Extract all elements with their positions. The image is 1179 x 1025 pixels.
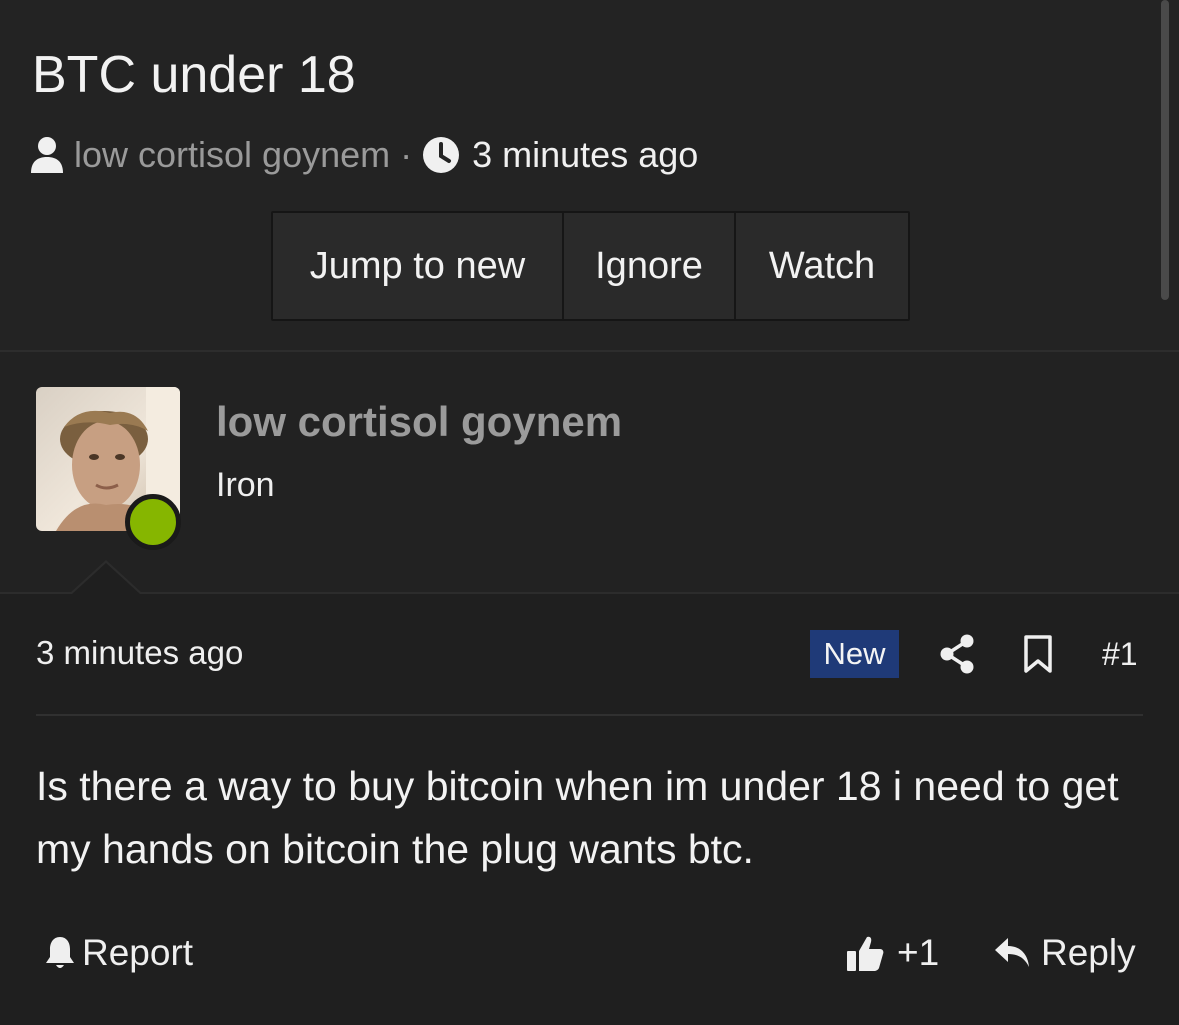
- post-divider: [36, 714, 1143, 716]
- user-title: Iron: [216, 466, 275, 504]
- reply-arrow-icon: [993, 936, 1031, 970]
- new-badge: New: [810, 630, 899, 678]
- post-number-link[interactable]: #1: [1102, 636, 1138, 673]
- online-status-indicator: [125, 494, 181, 550]
- thread-title: BTC under 18: [32, 46, 356, 104]
- reply-button[interactable]: Reply: [993, 932, 1136, 974]
- thread-action-group: Jump to new Ignore Watch: [271, 211, 910, 321]
- reply-label: Reply: [1041, 932, 1136, 973]
- post-time[interactable]: 3 minutes ago: [36, 634, 243, 672]
- thumbs-up-icon: [845, 933, 885, 973]
- report-button[interactable]: Report: [44, 932, 193, 974]
- share-icon[interactable]: [938, 634, 976, 679]
- user-icon: [30, 136, 64, 174]
- message-caret-inner: [72, 563, 140, 594]
- post-body: Is there a way to buy bitcoin when im un…: [36, 763, 1119, 872]
- bell-icon: [44, 935, 76, 971]
- ignore-button[interactable]: Ignore: [564, 213, 736, 319]
- user-block-divider: [0, 592, 1179, 594]
- thread-meta: low cortisol goynem · 3 minutes ago: [30, 134, 698, 176]
- thread-author-link[interactable]: low cortisol goynem: [74, 134, 390, 176]
- post-username[interactable]: low cortisol goynem: [216, 398, 622, 446]
- like-button[interactable]: +1: [845, 932, 939, 974]
- watch-button[interactable]: Watch: [736, 213, 908, 319]
- jump-to-new-button[interactable]: Jump to new: [273, 213, 564, 319]
- report-label: Report: [82, 932, 194, 973]
- scrollbar[interactable]: [1161, 0, 1169, 300]
- meta-separator: ·: [400, 134, 413, 175]
- bookmark-icon[interactable]: [1022, 634, 1054, 679]
- clock-icon: [422, 136, 460, 174]
- thread-time[interactable]: 3 minutes ago: [472, 134, 698, 176]
- like-count: +1: [897, 932, 940, 973]
